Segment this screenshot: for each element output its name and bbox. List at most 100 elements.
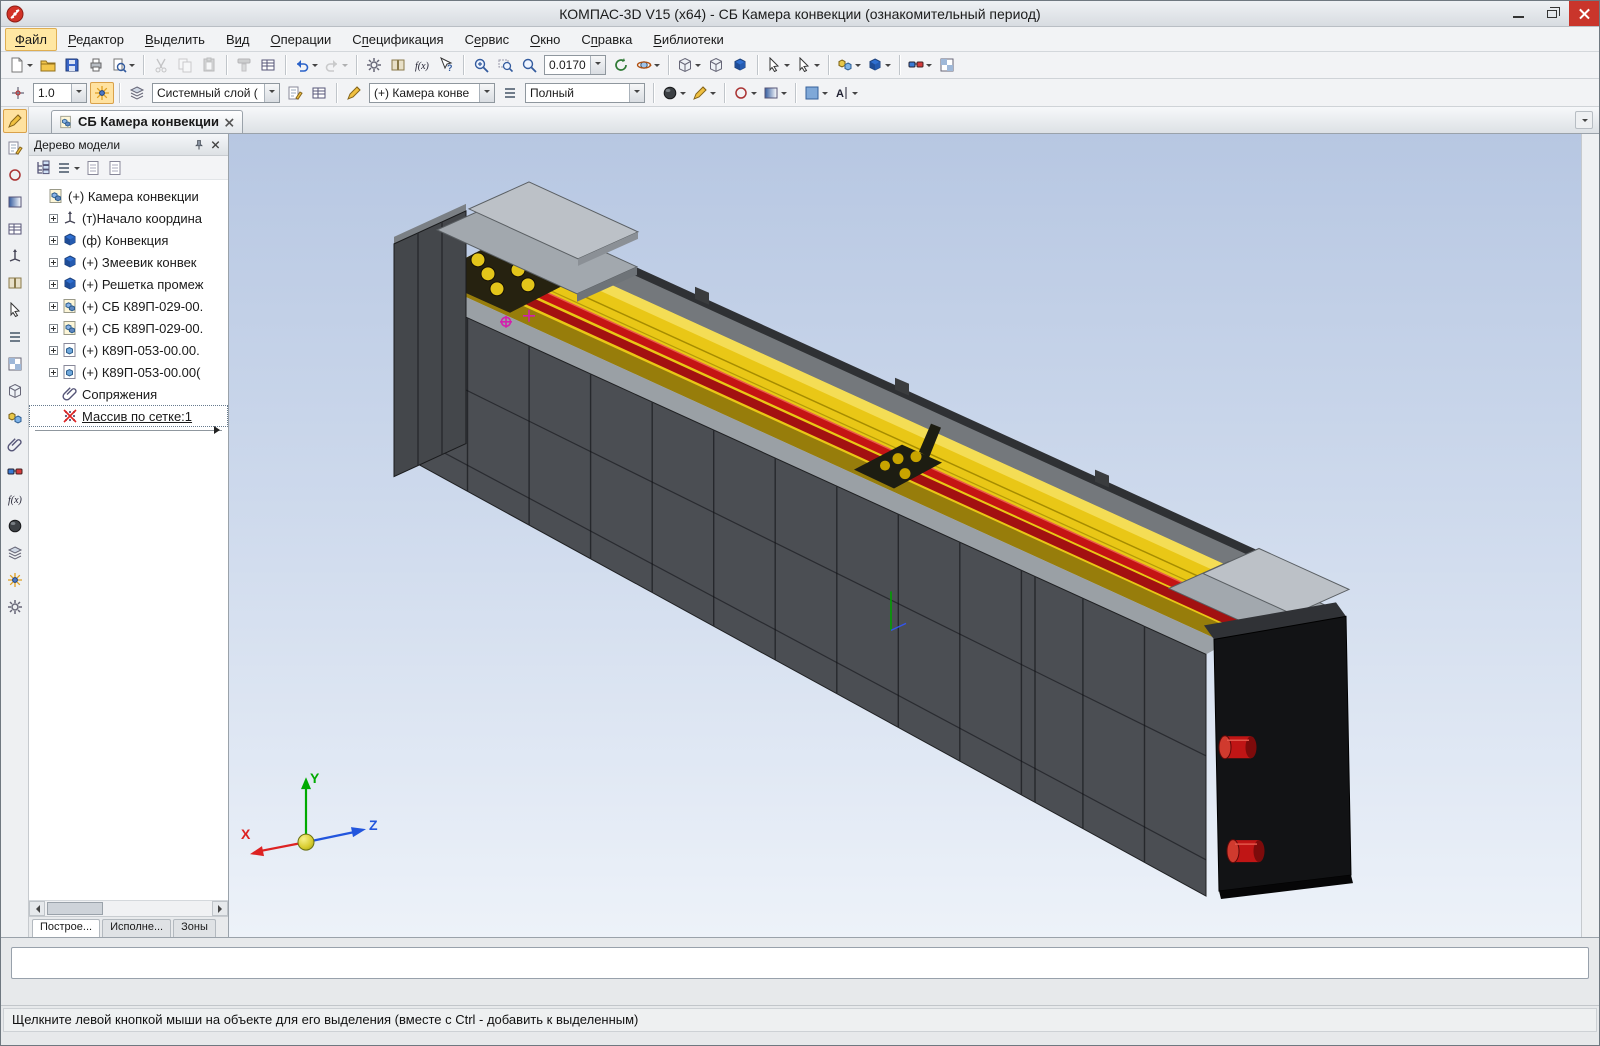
menu-item-operations[interactable]: Операции [260, 28, 341, 51]
cursor-step-button[interactable] [6, 82, 30, 104]
open-document-button[interactable] [36, 54, 60, 76]
expander-plus-icon[interactable] [49, 302, 58, 311]
edit-component-button[interactable] [342, 82, 366, 104]
scene-settings-button[interactable] [935, 54, 959, 76]
tree-item-mates[interactable]: Сопряжения [29, 383, 228, 405]
compact-panel-conditional-view-button[interactable] [3, 379, 27, 403]
tree-item-k89p-053-2[interactable]: (+) К89П-053-00.00( [29, 361, 228, 383]
cursor-step-value-combo[interactable]: 1.0 [33, 83, 87, 103]
tree-item-grating[interactable]: (+) Решетка промеж [29, 273, 228, 295]
compact-panel-edit-model-button[interactable] [3, 109, 27, 133]
tree-tab-build[interactable]: Построе... [32, 919, 100, 937]
detail-level-combo[interactable]: Полный [525, 83, 645, 103]
scroll-right-button[interactable] [212, 901, 228, 916]
tab-list-button[interactable] [1575, 111, 1593, 129]
tree-tab-versions[interactable]: Исполне... [102, 919, 171, 937]
tree-display-mode-button[interactable] [55, 158, 81, 178]
expander-plus-icon[interactable] [49, 324, 58, 333]
cursor-step-value-dropdown-button[interactable] [71, 84, 86, 102]
menu-item-file[interactable]: Файл [5, 28, 57, 51]
print-button[interactable] [84, 54, 108, 76]
compact-panel-diagnostics-button[interactable] [3, 460, 27, 484]
tree-item-coil[interactable]: (+) Змеевик конвек [29, 251, 228, 273]
tree-item-root[interactable]: (+) Камера конвекции [29, 185, 228, 207]
object-help-button[interactable]: ? [434, 54, 458, 76]
detail-level-dropdown-button[interactable] [629, 84, 644, 102]
menu-item-service[interactable]: Сервис [455, 28, 520, 51]
compact-panel-specification-tools-button[interactable] [3, 325, 27, 349]
specification-button[interactable] [256, 54, 280, 76]
3d-viewport[interactable]: Y X Z [229, 134, 1581, 937]
tab-sb-kamera-konvekcii[interactable]: СБ Камера конвекции [51, 110, 243, 133]
rotate-view-button[interactable] [633, 54, 663, 76]
menu-item-editor[interactable]: Редактор [58, 28, 134, 51]
menu-item-libraries[interactable]: Библиотеки [643, 28, 733, 51]
compact-panel-filters-button[interactable] [3, 298, 27, 322]
menu-item-specification[interactable]: Спецификация [342, 28, 453, 51]
applications-button[interactable] [362, 54, 386, 76]
tree-composition-button[interactable] [105, 158, 125, 178]
menu-item-help[interactable]: Справка [571, 28, 642, 51]
layer-state-button[interactable] [283, 82, 307, 104]
property-bar-field[interactable] [11, 947, 1589, 979]
expander-plus-icon[interactable] [49, 368, 58, 377]
assembly-tools-button[interactable] [834, 54, 864, 76]
expander-plus-icon[interactable] [49, 236, 58, 245]
selection-filter-button[interactable] [763, 54, 793, 76]
undo-button[interactable] [291, 54, 321, 76]
restore-button[interactable] [1535, 1, 1569, 26]
orientation-button[interactable] [674, 54, 704, 76]
edge-display-button[interactable] [689, 82, 719, 104]
menu-item-view[interactable]: Вид [216, 28, 260, 51]
menu-item-window[interactable]: Окно [520, 28, 570, 51]
display-mode-button[interactable] [659, 82, 689, 104]
tree-close-icon[interactable] [207, 137, 223, 153]
tree-item-sb-k89p-029-2[interactable]: (+) СБ К89П-029-00. [29, 317, 228, 339]
tree-item-convection[interactable]: (ф) Конвекция [29, 229, 228, 251]
compact-panel-auxiliary-geometry-button[interactable] [3, 244, 27, 268]
component-tools-button[interactable] [864, 54, 894, 76]
refresh-image-button[interactable] [609, 54, 633, 76]
convection-chamber-model[interactable] [394, 182, 1353, 899]
tree-additional-window-button[interactable] [83, 158, 103, 178]
close-button[interactable] [1569, 1, 1599, 26]
tab-close-icon[interactable] [225, 118, 232, 125]
tree-tab-zones[interactable]: Зоны [173, 919, 216, 937]
minimize-button[interactable] [1501, 1, 1535, 26]
compact-panel-settings-button[interactable] [3, 595, 27, 619]
tree-item-grid-array[interactable]: Массив по сетке:1 [29, 405, 228, 427]
current-component-dropdown-button[interactable] [479, 84, 494, 102]
save-document-button[interactable] [60, 54, 84, 76]
current-zoom-combo[interactable]: 0.0170 [544, 55, 606, 75]
reference-button[interactable] [386, 54, 410, 76]
new-document-button[interactable] [6, 54, 36, 76]
compact-panel-shading-button[interactable] [3, 514, 27, 538]
zoom-all-button[interactable] [517, 54, 541, 76]
annotation-style-button[interactable]: A [831, 82, 861, 104]
print-preview-button[interactable] [108, 54, 138, 76]
scroll-thumb[interactable] [47, 902, 103, 915]
scroll-left-button[interactable] [29, 901, 45, 916]
tree-end-pointer[interactable] [35, 430, 222, 434]
compact-panel-surfaces-button[interactable] [3, 190, 27, 214]
selection-mode-button[interactable] [793, 54, 823, 76]
compact-panel-arrays-button[interactable] [3, 217, 27, 241]
surface-display-button[interactable] [760, 82, 790, 104]
compact-panel-sketch-button[interactable] [3, 136, 27, 160]
compact-panel-components-button[interactable] [3, 406, 27, 430]
section-view-button[interactable] [730, 82, 760, 104]
expander-plus-icon[interactable] [49, 346, 58, 355]
tree-item-k89p-053-1[interactable]: (+) К89П-053-00.00. [29, 339, 228, 361]
scroll-track[interactable] [45, 901, 212, 916]
snap-settings-button[interactable] [90, 82, 114, 104]
current-layer-dropdown-button[interactable] [264, 84, 279, 102]
compact-panel-curves-button[interactable] [3, 163, 27, 187]
compact-panel-reports-button[interactable] [3, 352, 27, 376]
shaded-view-button[interactable] [728, 54, 752, 76]
compact-panel-layers-panel-button[interactable] [3, 541, 27, 565]
tree-horizontal-scrollbar[interactable] [29, 900, 228, 916]
compact-panel-measurements-button[interactable] [3, 271, 27, 295]
layers-button[interactable] [125, 82, 149, 104]
expander-plus-icon[interactable] [49, 214, 58, 223]
component-list-button[interactable] [498, 82, 522, 104]
